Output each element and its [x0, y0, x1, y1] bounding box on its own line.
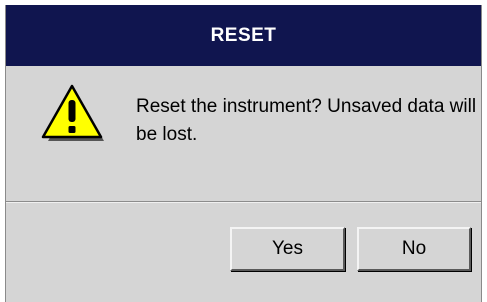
dialog-message: Reset the instrument? Unsaved data will …	[136, 96, 477, 145]
dialog-body: Reset the instrument? Unsaved data will …	[6, 66, 481, 202]
warning-icon	[41, 84, 104, 141]
dialog-separator	[6, 201, 481, 203]
yes-button[interactable]: Yes	[230, 227, 345, 271]
dialog-titlebar: RESET	[6, 5, 481, 66]
dialog-title: RESET	[210, 24, 277, 46]
reset-dialog: RESET Reset the instrument? Unsaved data…	[5, 5, 482, 302]
no-button[interactable]: No	[357, 227, 471, 271]
